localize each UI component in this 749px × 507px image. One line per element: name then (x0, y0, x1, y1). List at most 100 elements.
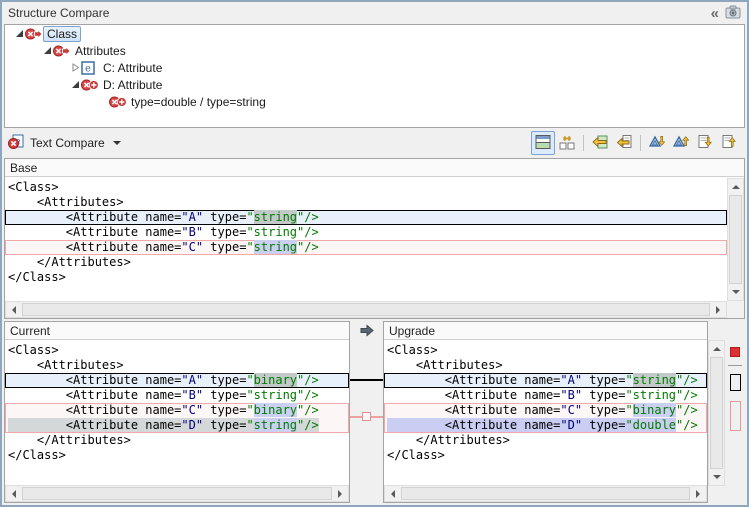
upgrade-horizontal-scrollbar[interactable] (384, 485, 707, 502)
base-code-line-3[interactable]: <Attribute name="A" type="string"/> (5, 210, 727, 225)
current-code-line-6[interactable]: <Attribute name="D" type="string"/> (5, 418, 349, 433)
code-segment: type= (203, 225, 246, 239)
code-segment: "B" (560, 388, 582, 402)
copy-all-right-to-left-icon (592, 134, 608, 153)
next-change-icon (697, 134, 713, 153)
code-segment: type= (582, 418, 625, 432)
next-difference-button[interactable] (645, 131, 669, 155)
base-pane: Base <Class> <Attributes> <Attribute nam… (4, 158, 745, 319)
next-change-button[interactable] (693, 131, 717, 155)
ruler-current-diff-marker[interactable] (730, 374, 741, 391)
next-difference-icon (649, 134, 665, 153)
code-segment: "C" (560, 403, 582, 417)
code-segment: <Attribute name= (8, 210, 181, 224)
tree-item-label: C: Attribute (99, 60, 166, 76)
structure-compare-title: Structure Compare (8, 6, 711, 20)
code-segment: string (633, 373, 676, 387)
tree-item-1[interactable]: Attributes (5, 42, 744, 59)
base-code-line-1[interactable]: <Class> (5, 180, 727, 195)
code-segment: binary (254, 403, 297, 417)
scrollbar-thumb[interactable] (22, 487, 332, 500)
base-code-line-7[interactable]: </Class> (5, 270, 727, 285)
scroll-down-icon[interactable] (728, 285, 743, 300)
base-code-line-2[interactable]: <Attributes> (5, 195, 727, 210)
scroll-right-icon[interactable] (691, 486, 706, 501)
code-segment: string (254, 418, 297, 432)
expander-expanded-icon[interactable] (69, 80, 81, 89)
current-code-line-2[interactable]: <Attributes> (5, 358, 349, 373)
code-segment: type= (203, 373, 246, 387)
current-code-line-4[interactable]: <Attribute name="B" type="string"/> (5, 388, 349, 403)
copy-all-right-to-left-button[interactable] (588, 131, 612, 155)
expander-expanded-icon[interactable] (13, 29, 25, 38)
current-code-line-8[interactable]: </Class> (5, 448, 349, 463)
previous-difference-button[interactable] (669, 131, 693, 155)
upgrade-code-line-5[interactable]: <Attribute name="C" type="binary"/> (384, 403, 707, 418)
base-code-line-6[interactable]: </Attributes> (5, 255, 727, 270)
scroll-left-icon[interactable] (6, 486, 21, 501)
scroll-right-icon[interactable] (333, 486, 348, 501)
previous-change-button[interactable] (717, 131, 741, 155)
copy-current-right-to-left-icon (616, 134, 632, 153)
current-code-line-5[interactable]: <Attribute name="C" type="binary"/> (5, 403, 349, 418)
tree-item-4[interactable]: type=double / type=string (5, 93, 744, 110)
upgrade-code-line-7[interactable]: </Attributes> (384, 433, 707, 448)
text-compare-menu[interactable]: e Text Compare (8, 134, 121, 153)
scroll-up-icon[interactable] (709, 341, 724, 356)
code-segment: </Class> (387, 448, 445, 462)
code-segment: type= (582, 403, 625, 417)
current-code-line-7[interactable]: </Attributes> (5, 433, 349, 448)
scrollbar-thumb[interactable] (710, 357, 723, 469)
base-vertical-scrollbar[interactable] (727, 178, 744, 301)
upgrade-code-line-4[interactable]: <Attribute name="B" type="string"/> (384, 388, 707, 403)
code-segment: "/> (297, 373, 319, 387)
collapse-chevrons-icon[interactable]: « (711, 6, 717, 21)
scrollbar-thumb[interactable] (401, 487, 690, 500)
conflict-icon (53, 45, 71, 57)
ruler-conflict-diff-marker[interactable] (730, 401, 741, 431)
tree-item-0[interactable]: Class (5, 25, 744, 42)
ruler-summary-marker[interactable] (730, 347, 740, 357)
expander-collapsed-icon[interactable] (69, 63, 81, 72)
swap-panes-button[interactable] (555, 131, 579, 155)
current-code-line-3[interactable]: <Attribute name="A" type="binary"/> (5, 373, 349, 388)
code-segment: " (246, 403, 253, 417)
scroll-down-icon[interactable] (709, 470, 724, 485)
upgrade-code-line-6[interactable]: <Attribute name="D" type="double"/> (384, 418, 707, 433)
code-segment: " (625, 388, 632, 402)
diff-connector-strip (350, 321, 383, 503)
scroll-right-icon[interactable] (711, 302, 726, 317)
conflict-plus-icon (81, 79, 99, 91)
conflict-diff-handle[interactable] (362, 412, 371, 421)
upgrade-vertical-scrollbar[interactable] (708, 340, 725, 486)
base-code-line-4[interactable]: <Attribute name="B" type="string"/> (5, 225, 727, 240)
code-segment: "/> (676, 403, 698, 417)
scroll-left-icon[interactable] (385, 486, 400, 501)
current-code-line-1[interactable]: <Class> (5, 343, 349, 358)
code-segment: <Class> (8, 180, 59, 194)
code-segment: <Attributes> (8, 358, 124, 372)
current-horizontal-scrollbar[interactable] (5, 485, 349, 502)
scrollbar-thumb[interactable] (22, 303, 710, 316)
base-code-line-5[interactable]: <Attribute name="C" type="string"/> (5, 240, 727, 255)
code-segment: " (246, 210, 253, 224)
scroll-up-icon[interactable] (728, 179, 743, 194)
expander-expanded-icon[interactable] (41, 46, 53, 55)
base-horizontal-scrollbar[interactable] (5, 301, 727, 318)
code-segment: <Attribute name= (387, 388, 560, 402)
upgrade-code-line-8[interactable]: </Class> (384, 448, 707, 463)
tree-item-3[interactable]: D: Attribute (5, 76, 744, 93)
code-segment: type= (582, 388, 625, 402)
code-segment: string (254, 388, 297, 402)
tree-item-2[interactable]: eC: Attribute (5, 59, 744, 76)
scroll-left-icon[interactable] (6, 302, 21, 317)
code-segment: </Class> (8, 270, 66, 284)
two-pane-layout-button[interactable] (531, 131, 555, 155)
diff-overview-ruler (727, 321, 744, 503)
copy-current-right-to-left-button[interactable] (612, 131, 636, 155)
upgrade-code-line-3[interactable]: <Attribute name="A" type="string"/> (384, 373, 707, 388)
upgrade-code-line-2[interactable]: <Attributes> (384, 358, 707, 373)
upgrade-code-line-1[interactable]: <Class> (384, 343, 707, 358)
camera-icon[interactable] (725, 5, 741, 22)
scrollbar-thumb[interactable] (729, 195, 742, 284)
